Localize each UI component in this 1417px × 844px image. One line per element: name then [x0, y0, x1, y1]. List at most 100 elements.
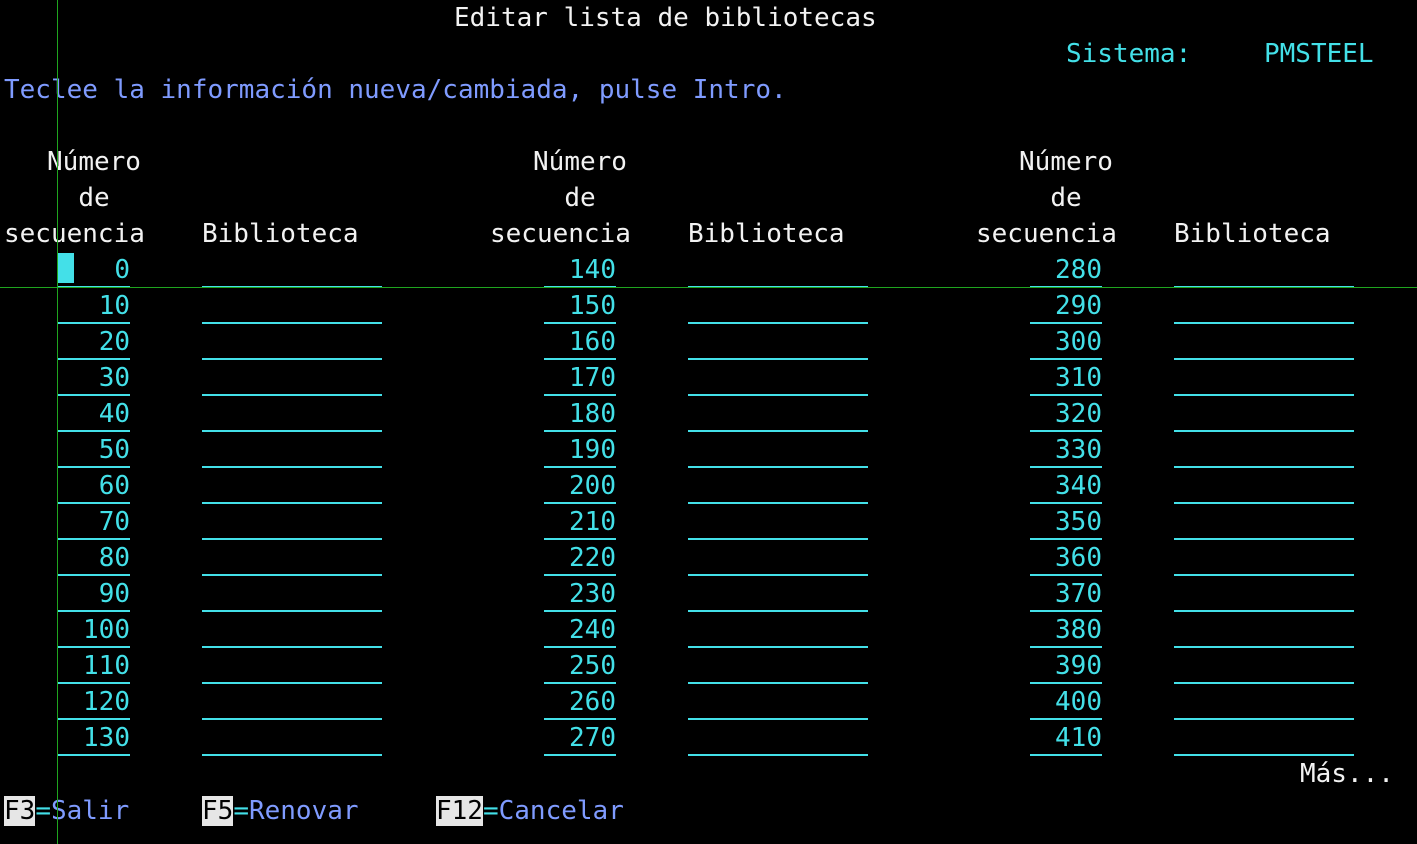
library-field[interactable]	[202, 432, 382, 468]
sequence-number-field[interactable]: 10	[58, 288, 130, 324]
library-field[interactable]	[202, 252, 382, 288]
library-field[interactable]	[1174, 288, 1354, 324]
sequence-number-field[interactable]: 80	[58, 540, 130, 576]
text-cursor	[58, 253, 74, 283]
library-field[interactable]	[202, 576, 382, 612]
crosshair-horizontal	[0, 287, 1417, 288]
library-field[interactable]	[1174, 576, 1354, 612]
sequence-number-field[interactable]: 330	[1030, 432, 1102, 468]
system-name: PMSTEEL	[1264, 39, 1374, 69]
sequence-number-field[interactable]: 160	[544, 324, 616, 360]
library-field[interactable]	[1174, 720, 1354, 756]
sequence-number-field[interactable]: 300	[1030, 324, 1102, 360]
sequence-number-field[interactable]: 260	[544, 684, 616, 720]
library-field[interactable]	[202, 648, 382, 684]
sequence-number-field[interactable]: 60	[58, 468, 130, 504]
sequence-number-field[interactable]: 100	[58, 612, 130, 648]
sequence-number-field[interactable]: 350	[1030, 504, 1102, 540]
sequence-number-field[interactable]: 200	[544, 468, 616, 504]
sequence-number-field[interactable]: 270	[544, 720, 616, 756]
sequence-number-field[interactable]: 230	[544, 576, 616, 612]
sequence-number-field[interactable]: 250	[544, 648, 616, 684]
sequence-number-field[interactable]: 360	[1030, 540, 1102, 576]
library-field[interactable]	[688, 432, 868, 468]
library-field[interactable]	[688, 324, 868, 360]
library-field[interactable]	[688, 360, 868, 396]
crosshair-vertical	[57, 0, 58, 844]
sequence-number-field[interactable]: 170	[544, 360, 616, 396]
sequence-number-field[interactable]: 310	[1030, 360, 1102, 396]
sequence-number-field[interactable]: 150	[544, 288, 616, 324]
sequence-number-field[interactable]: 210	[544, 504, 616, 540]
library-field[interactable]	[688, 576, 868, 612]
library-field[interactable]	[688, 288, 868, 324]
library-field[interactable]	[202, 720, 382, 756]
sequence-number-field[interactable]: 120	[58, 684, 130, 720]
sequence-number-field[interactable]: 130	[58, 720, 130, 756]
function-key-label: F12	[436, 796, 483, 826]
library-field[interactable]	[688, 396, 868, 432]
library-field[interactable]	[1174, 540, 1354, 576]
library-header: Biblioteca	[1174, 219, 1331, 249]
library-field[interactable]	[1174, 360, 1354, 396]
library-field[interactable]	[1174, 396, 1354, 432]
function-key-description: Cancelar	[498, 796, 624, 826]
terminal-screen: Editar lista de bibliotecas Sistema: PMS…	[0, 0, 1417, 844]
sequence-number-field[interactable]: 290	[1030, 288, 1102, 324]
library-field[interactable]	[1174, 612, 1354, 648]
sequence-number-field[interactable]: 280	[1030, 252, 1102, 288]
library-field[interactable]	[1174, 432, 1354, 468]
library-field[interactable]	[688, 468, 868, 504]
seq-header-line3: secuencia	[4, 219, 145, 249]
sequence-number-field[interactable]: 20	[58, 324, 130, 360]
sequence-number-field[interactable]: 40	[58, 396, 130, 432]
seq-header-line3: secuencia	[976, 219, 1117, 249]
library-field[interactable]	[1174, 648, 1354, 684]
library-field[interactable]	[202, 324, 382, 360]
sequence-number-field[interactable]: 390	[1030, 648, 1102, 684]
sequence-number-field[interactable]: 70	[58, 504, 130, 540]
sequence-number-field[interactable]: 50	[58, 432, 130, 468]
library-field[interactable]	[688, 684, 868, 720]
library-field[interactable]	[202, 612, 382, 648]
library-field[interactable]	[1174, 324, 1354, 360]
more-indicator: Más...	[1300, 759, 1394, 789]
f3-exit-key[interactable]: F3=Salir	[4, 794, 129, 828]
library-field[interactable]	[202, 540, 382, 576]
sequence-number-field[interactable]: 240	[544, 612, 616, 648]
sequence-number-field[interactable]: 340	[1030, 468, 1102, 504]
sequence-number-field[interactable]: 90	[58, 576, 130, 612]
library-field[interactable]	[202, 504, 382, 540]
library-field[interactable]	[1174, 504, 1354, 540]
library-field[interactable]	[688, 504, 868, 540]
sequence-number-field[interactable]: 140	[544, 252, 616, 288]
f5-refresh-key[interactable]: F5=Renovar	[202, 794, 359, 828]
library-field[interactable]	[688, 540, 868, 576]
library-field[interactable]	[1174, 684, 1354, 720]
sequence-number-field[interactable]: 410	[1030, 720, 1102, 756]
library-field[interactable]	[1174, 468, 1354, 504]
seq-header-line1: Número	[533, 147, 627, 177]
library-field[interactable]	[688, 252, 868, 288]
library-field[interactable]	[688, 720, 868, 756]
sequence-number-field[interactable]: 380	[1030, 612, 1102, 648]
library-field[interactable]	[202, 288, 382, 324]
sequence-number-field[interactable]: 180	[544, 396, 616, 432]
library-field[interactable]	[688, 612, 868, 648]
sequence-number-field[interactable]: 30	[58, 360, 130, 396]
sequence-number-field[interactable]: 400	[1030, 684, 1102, 720]
sequence-number-field[interactable]: 110	[58, 648, 130, 684]
library-field[interactable]	[202, 396, 382, 432]
sequence-number-field[interactable]: 220	[544, 540, 616, 576]
sequence-number-field[interactable]: 320	[1030, 396, 1102, 432]
library-field[interactable]	[688, 648, 868, 684]
library-field[interactable]	[202, 684, 382, 720]
sequence-number-field[interactable]: 370	[1030, 576, 1102, 612]
screen-title: Editar lista de bibliotecas	[454, 3, 877, 33]
library-field[interactable]	[202, 360, 382, 396]
library-field[interactable]	[202, 468, 382, 504]
sequence-number-field[interactable]: 190	[544, 432, 616, 468]
library-field[interactable]	[1174, 252, 1354, 288]
function-key-description: Salir	[50, 796, 130, 826]
f12-cancel-key[interactable]: F12=Cancelar	[436, 794, 624, 828]
